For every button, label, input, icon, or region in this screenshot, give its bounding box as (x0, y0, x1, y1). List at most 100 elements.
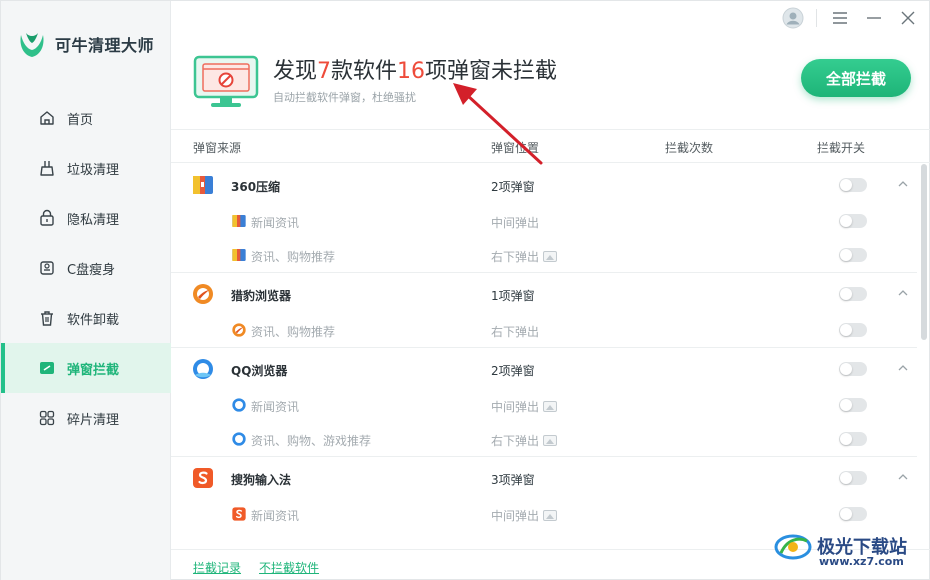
block-toggle[interactable] (839, 398, 867, 412)
close-icon[interactable] (897, 7, 919, 29)
sidebar-item-junk-clean[interactable]: 垃圾清理 (1, 143, 171, 193)
column-times: 拦截次数 (665, 141, 714, 155)
sidebar-item-home[interactable]: 首页 (1, 93, 171, 143)
popup-position: 右下弹出 (491, 323, 539, 340)
broom-icon (37, 158, 57, 178)
360zip-icon (193, 176, 213, 194)
image-preview-icon[interactable] (543, 401, 558, 412)
popup-position: 中间弹出 (491, 398, 558, 415)
grid-icon (37, 408, 57, 428)
table-group: 360压缩 2项弹窗 新闻资讯 中间弹出 资讯、购物推荐 右下弹出 (171, 164, 917, 273)
block-toggle[interactable] (839, 507, 867, 521)
block-history-link[interactable]: 拦截记录 (193, 559, 241, 576)
sidebar-item-privacy-clean[interactable]: 隐私清理 (1, 193, 171, 243)
app-name: QQ浏览器 (231, 364, 288, 378)
table-row: 360压缩 2项弹窗 (171, 164, 917, 204)
image-preview-icon[interactable] (543, 510, 558, 521)
image-preview-icon[interactable] (543, 435, 558, 446)
sidebar-item-label: 弹窗拦截 (67, 362, 120, 378)
sidebar-item-popup-block[interactable]: 弹窗拦截 (1, 343, 171, 393)
table-row: 资讯、购物推荐 右下弹出 (171, 313, 917, 347)
table-row: 资讯、购物、游戏推荐 右下弹出 (171, 422, 917, 456)
chevron-up-icon[interactable] (897, 362, 909, 374)
title-mid: 款软件 (331, 59, 398, 84)
popup-name: 新闻资讯 (251, 400, 300, 414)
column-position: 弹窗位置 (491, 141, 540, 155)
table-row: 新闻资讯 中间弹出 (171, 204, 917, 238)
360zip-icon (232, 215, 246, 227)
app-window: 可牛清理大师 首页 垃圾清理 隐私清理 C盘瘦身 软件卸载 弹窗拦截 碎片清理 … (0, 0, 930, 580)
block-toggle[interactable] (839, 287, 867, 301)
sidebar-item-c-drive-slim[interactable]: C盘瘦身 (1, 243, 171, 293)
monitor-block-icon (193, 55, 259, 107)
table-row: 猎豹浏览器 1项弹窗 (171, 273, 917, 313)
table-group: QQ浏览器 2项弹窗 新闻资讯 中间弹出 资讯、购物、游戏推荐 右下弹出 (171, 348, 917, 457)
whitelist-link[interactable]: 不拦截软件 (259, 559, 319, 576)
qq-browser-icon (232, 398, 246, 412)
block-toggle[interactable] (839, 432, 867, 446)
trash-icon (37, 308, 57, 328)
column-switch: 拦截开关 (817, 141, 866, 155)
chevron-up-icon[interactable] (897, 471, 909, 483)
block-toggle[interactable] (839, 178, 867, 192)
popup-count-cell: 1项弹窗 (491, 289, 535, 303)
sidebar-item-label: 隐私清理 (67, 212, 120, 228)
table-row: 新闻资讯 中间弹出 (171, 388, 917, 422)
column-source: 弹窗来源 (193, 141, 242, 155)
logo-text: 可牛清理大师 (55, 36, 155, 55)
popup-position-text: 右下弹出 (491, 434, 540, 448)
popup-name: 资讯、购物、游戏推荐 (251, 434, 372, 448)
popup-position-text: 右下弹出 (491, 250, 540, 264)
popup-position-text: 中间弹出 (491, 400, 540, 414)
block-toggle[interactable] (839, 214, 867, 228)
block-toggle[interactable] (839, 323, 867, 337)
popup-icon (37, 358, 57, 378)
popup-position-text: 中间弹出 (491, 509, 540, 523)
popup-position: 中间弹出 (491, 507, 558, 524)
popup-name: 资讯、购物推荐 (251, 250, 336, 264)
sidebar-item-label: 垃圾清理 (67, 162, 120, 178)
scrollbar-thumb[interactable] (921, 164, 927, 340)
page-title: 发现7款软件16项弹窗未拦截 (273, 53, 557, 85)
scrollbar[interactable] (921, 164, 927, 548)
title-prefix: 发现 (273, 59, 318, 84)
sidebar-item-uninstall[interactable]: 软件卸载 (1, 293, 171, 343)
popup-name: 资讯、购物推荐 (251, 325, 336, 339)
cheetah-browser-icon (193, 284, 213, 304)
image-preview-icon[interactable] (543, 251, 558, 262)
table-row: QQ浏览器 2项弹窗 (171, 348, 917, 388)
block-toggle[interactable] (839, 471, 867, 485)
block-all-button[interactable]: 全部拦截 (801, 59, 911, 97)
popup-table: 360压缩 2项弹窗 新闻资讯 中间弹出 资讯、购物推荐 右下弹出 猎豹浏览器 … (171, 164, 917, 548)
popup-position-text: 中间弹出 (491, 216, 540, 230)
software-count: 7 (317, 59, 332, 84)
watermark-logo-icon (774, 534, 812, 560)
popup-count: 16 (397, 59, 426, 84)
sidebar-item-label: 软件卸载 (67, 312, 120, 328)
popup-position: 中间弹出 (491, 214, 539, 231)
block-toggle[interactable] (839, 362, 867, 376)
table-group: 猎豹浏览器 1项弹窗 资讯、购物推荐 右下弹出 (171, 273, 917, 348)
app-name: 搜狗输入法 (231, 473, 292, 487)
avatar[interactable] (782, 7, 804, 29)
popup-count-cell: 2项弹窗 (491, 180, 535, 194)
qq-browser-icon (232, 432, 246, 446)
block-toggle[interactable] (839, 248, 867, 262)
table-header: 弹窗来源 弹窗位置 拦截次数 拦截开关 (171, 129, 930, 163)
popup-count-cell: 3项弹窗 (491, 473, 535, 487)
popup-name: 新闻资讯 (251, 216, 300, 230)
table-row: 资讯、购物推荐 右下弹出 (171, 238, 917, 272)
menu-icon[interactable] (829, 7, 851, 29)
cheetah-browser-icon (232, 323, 246, 337)
chevron-up-icon[interactable] (897, 287, 909, 299)
360zip-icon (232, 249, 246, 261)
logo-icon (20, 33, 44, 57)
minimize-icon[interactable] (863, 7, 885, 29)
sidebar-item-label: 碎片清理 (67, 412, 120, 428)
chevron-up-icon[interactable] (897, 178, 909, 190)
sidebar: 可牛清理大师 首页 垃圾清理 隐私清理 C盘瘦身 软件卸载 弹窗拦截 碎片清理 (1, 1, 171, 580)
table-group: 搜狗输入法 3项弹窗 新闻资讯 中间弹出 (171, 457, 917, 531)
app-name: 猎豹浏览器 (231, 289, 292, 303)
sidebar-item-label: C盘瘦身 (67, 262, 116, 278)
sidebar-item-fragment-clean[interactable]: 碎片清理 (1, 393, 171, 443)
